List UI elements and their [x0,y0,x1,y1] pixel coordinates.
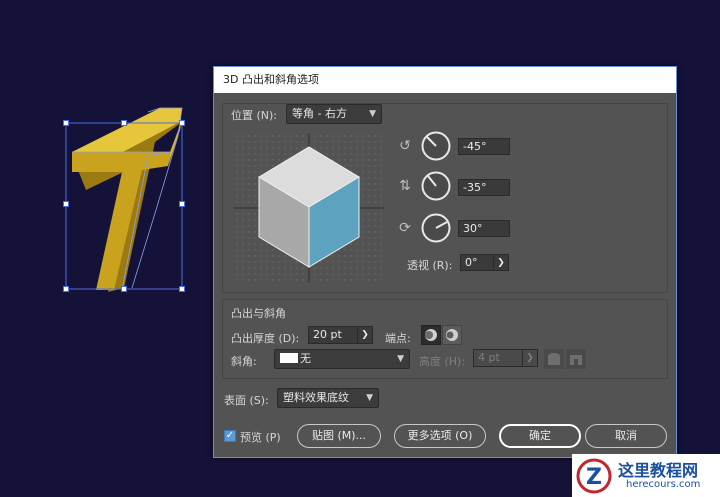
perspective-label: 透视 (R): [407,259,453,272]
rotate-z-dial[interactable] [421,213,451,243]
more-options-button[interactable]: 更多选项 (O) [394,424,486,448]
bevel-label: 斜角: [231,355,257,368]
extruded-seven-artwork[interactable] [60,100,190,300]
depth-input[interactable]: 20 pt [308,326,358,344]
rotate-y-input[interactable]: -35° [458,179,510,196]
rotate-y-dial[interactable] [421,171,451,201]
svg-text:Z: Z [586,465,602,490]
position-select[interactable]: 等角 - 右方 ▼ [286,104,382,124]
height-input: 4 pt [473,349,523,367]
rotate-x-dial[interactable] [421,131,451,161]
chevron-down-icon: ▼ [397,354,404,364]
rotate-x-icon: ↺ [399,138,411,154]
preview-checkbox[interactable]: ✓ [224,430,236,442]
cap-label: 端点: [385,332,411,345]
watermark-title: 这里教程网 [618,461,699,480]
bevel-in-icon [566,349,586,369]
surface-select[interactable]: 塑料效果底纹 ▼ [277,388,379,408]
rotate-z-icon: ⟳ [399,220,411,236]
perspective-input[interactable]: 0° [460,254,494,271]
cap-on-button[interactable] [421,325,441,345]
rotate-z-input[interactable]: 30° [458,220,510,237]
bevel-out-icon [544,349,564,369]
rotate-y-icon: ⇅ [399,178,411,194]
rotate-x-input[interactable]: -45° [458,138,510,155]
dialog-title: 3D 凸出和斜角选项 [214,67,676,93]
height-label: 高度 (H): [419,355,466,368]
ok-button[interactable]: 确定 [499,424,581,448]
cap-off-button[interactable] [442,325,462,345]
site-logo-icon: Z [576,458,612,494]
depth-arrow-button[interactable]: ❯ [357,326,373,344]
preview-label[interactable]: 预览 (P) [240,429,281,445]
cancel-button[interactable]: 取消 [585,424,667,448]
height-arrow-button: ❯ [522,349,538,367]
extrude-section-label: 凸出与斜角 [231,307,286,320]
chevron-down-icon: ▼ [366,393,373,403]
site-watermark: Z 这里教程网 herecours.com [572,454,720,497]
bevel-swatch [280,353,298,363]
map-button[interactable]: 贴图 (M)... [297,424,381,448]
bevel-select[interactable]: 无 ▼ [274,349,410,369]
position-label: 位置 (N): [231,109,278,122]
extrude-bevel-dialog: 3D 凸出和斜角选项 位置 (N): 等角 - 右方 ▼ ↺ -45° ⇅ -3… [213,66,677,458]
watermark-url: herecours.com [626,479,701,490]
surface-label: 表面 (S): [224,394,269,407]
chevron-down-icon: ▼ [369,109,376,119]
depth-label: 凸出厚度 (D): [231,332,300,345]
cube-trackball[interactable] [234,133,384,283]
perspective-arrow-button[interactable]: ❯ [493,254,509,271]
